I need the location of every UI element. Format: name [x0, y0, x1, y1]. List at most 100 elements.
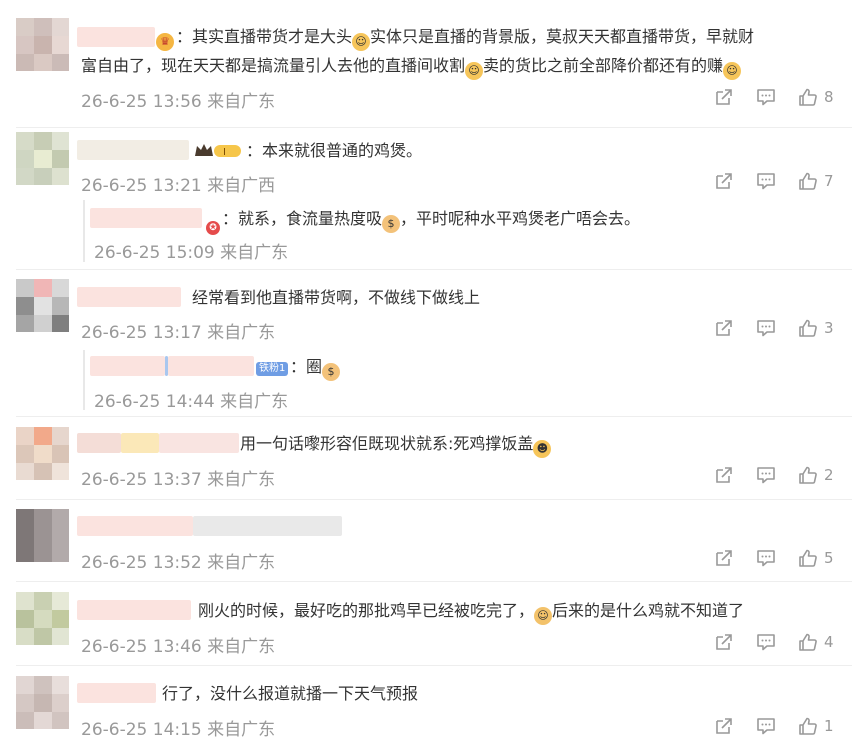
comment-item: 经常看到他直播带货啊，不做线下做线上 26-6-25 13:17 来自广东 3 … [0, 270, 852, 417]
share-icon[interactable] [714, 548, 734, 568]
comment-item: 行了，没什么报道就播一下天气预报 26-6-25 14:15 来自广东 1 [0, 666, 852, 747]
share-icon[interactable] [714, 465, 734, 485]
username-blurred[interactable] [77, 600, 191, 620]
reply-time: 26-6-25 15:09 [94, 243, 215, 263]
username-blurred[interactable] [77, 516, 193, 536]
comment-text: 行了，没什么报道就播一下天气预报 [162, 684, 419, 703]
comment-time: 26-6-25 13:46 [81, 637, 202, 657]
like-count: 7 [824, 172, 834, 190]
thumbs-up-icon[interactable] [798, 318, 818, 338]
comment-icon[interactable] [756, 716, 776, 736]
level-badge-icon: I [193, 141, 243, 159]
username-blurred [121, 433, 159, 453]
reply-username-blurred[interactable] [168, 356, 254, 376]
money-bag-emoji-icon: $ [322, 363, 341, 381]
reply-indent-bar [83, 200, 85, 262]
comment-item: 刚火的时候，最好吃的那批鸡早已经被吃完了， ☺ 后来的是什么鸡就不知道了 26-6-… [0, 582, 852, 666]
comment-time: 26-6-25 13:21 [81, 176, 202, 196]
vip-crown-icon: ♛ [156, 27, 174, 51]
username-blurred [159, 433, 239, 453]
comment-icon[interactable] [756, 465, 776, 485]
avatar[interactable] [16, 427, 69, 480]
fan-badge: 铁粉1 [256, 358, 289, 377]
comment-location: 来自广西 [207, 176, 276, 196]
comment-text: 实体只是直播的背景版，莫叔天天都直播带货，早就财 [370, 27, 755, 46]
reply-location: 来自广东 [220, 243, 289, 263]
reply-username-blurred[interactable] [90, 356, 165, 376]
comment-icon[interactable] [756, 548, 776, 568]
badge-icon: ✪ [206, 212, 220, 235]
share-icon[interactable] [714, 171, 734, 191]
comment-time: 26-6-25 13:56 [81, 92, 202, 112]
comment-text: ：其实直播带货才是大头 [176, 27, 353, 46]
comment-location: 来自广东 [207, 323, 276, 343]
thumbs-up-icon[interactable] [798, 632, 818, 652]
comment-item: I ：本来就很普通的鸡煲。 26-6-25 13:21 来自广西 7 ✪ ：就系… [0, 128, 852, 270]
comment-text: 刚火的时候，最好吃的那批鸡早已经被吃完了， [198, 601, 535, 620]
reply-time: 26-6-25 14:44 [94, 392, 215, 412]
comment-text-blurred [193, 516, 342, 536]
like-count: 8 [824, 88, 834, 106]
svg-text:I: I [223, 147, 226, 158]
thumbs-up-icon[interactable] [798, 548, 818, 568]
reply-text: ，平时呢种水平鸡煲老广唔会去。 [400, 209, 641, 228]
like-count: 1 [824, 717, 834, 735]
avatar[interactable] [16, 676, 69, 729]
doge-emoji-icon: ☺ [465, 62, 484, 80]
username-blurred[interactable] [77, 683, 156, 703]
share-icon[interactable] [714, 87, 734, 107]
share-icon[interactable] [714, 318, 734, 338]
like-count: 5 [824, 549, 834, 567]
doge-emoji-icon: ☺ [723, 62, 742, 80]
comment-text: 富自由了，现在天天都是搞流量引人去他的直播间收割 [81, 56, 466, 75]
comment-icon[interactable] [756, 632, 776, 652]
reply-indent-bar [83, 350, 85, 410]
comment-text: 经常看到他直播带货啊，不做线下做线上 [192, 288, 481, 307]
comment-time: 26-6-25 13:17 [81, 323, 202, 343]
comment-location: 来自广东 [207, 720, 276, 740]
comment-item: 用一句话嚟形容佢既现状就系:死鸡撑饭盖 ☻ 26-6-25 13:37 来自广东 … [0, 417, 852, 500]
comment-text: 卖的货比之前全部降价都还有的赚 [483, 56, 724, 75]
thumbs-up-icon[interactable] [798, 87, 818, 107]
reply-username-blurred[interactable] [90, 208, 202, 228]
comment-location: 来自广东 [207, 470, 276, 490]
comment-location: 来自广东 [207, 553, 276, 573]
thumbs-up-icon[interactable] [798, 171, 818, 191]
like-count: 3 [824, 319, 834, 337]
share-icon[interactable] [714, 632, 734, 652]
comment-time: 26-6-25 13:37 [81, 470, 202, 490]
avatar[interactable] [16, 132, 69, 185]
like-count: 2 [824, 466, 834, 484]
comment-text: 用一句话嚟形容佢既现状就系:死鸡撑饭盖 [240, 434, 534, 453]
comment-text: 后来的是什么鸡就不知道了 [552, 601, 745, 620]
dizzy-face-emoji-icon: ☻ [533, 440, 552, 458]
shrug-emoji-icon: ☺ [534, 607, 553, 625]
comment-item: 26-6-25 13:52 来自广东 5 [0, 500, 852, 582]
comment-time: 26-6-25 14:15 [81, 720, 202, 740]
fan-badge-label: 铁粉1 [256, 362, 289, 376]
comment-item: ♛ ：其实直播带货才是大头 ☺ 实体只是直播的背景版，莫叔天天都直播带货，早就财 富… [0, 0, 852, 128]
avatar[interactable] [16, 592, 69, 645]
username-blurred[interactable] [77, 287, 181, 307]
username-blurred[interactable] [77, 27, 155, 47]
comment-icon[interactable] [756, 318, 776, 338]
comment-icon[interactable] [756, 171, 776, 191]
username-blurred[interactable] [77, 140, 189, 160]
comment-location: 来自广东 [207, 637, 276, 657]
comment-icon[interactable] [756, 87, 776, 107]
share-icon[interactable] [714, 716, 734, 736]
thumbs-up-icon[interactable] [798, 465, 818, 485]
comment-location: 来自广东 [207, 92, 276, 112]
thumbs-up-icon[interactable] [798, 716, 818, 736]
like-count: 4 [824, 633, 834, 651]
avatar[interactable] [16, 18, 69, 71]
reply-location: 来自广东 [220, 392, 289, 412]
money-bag-emoji-icon: $ [382, 215, 401, 233]
username-blurred[interactable] [77, 433, 121, 453]
avatar[interactable] [16, 509, 69, 562]
comment-text: ：本来就很普通的鸡煲。 [246, 141, 423, 160]
reply-text: ：圈 [290, 357, 323, 376]
comment-time: 26-6-25 13:52 [81, 553, 202, 573]
doge-emoji-icon: ☺ [352, 33, 371, 51]
avatar[interactable] [16, 279, 69, 332]
